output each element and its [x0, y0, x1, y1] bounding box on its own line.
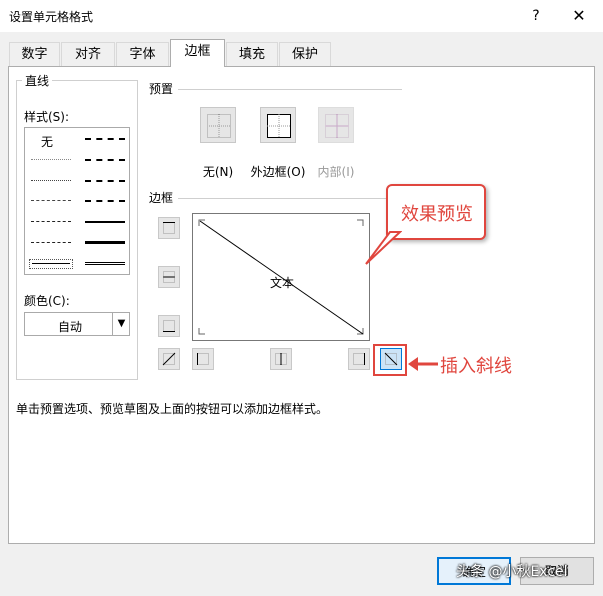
border-right-icon	[353, 353, 365, 365]
preset-inside-label: 内部(I)	[317, 165, 355, 179]
chevron-down-icon[interactable]: ▼	[112, 313, 130, 335]
callout-pointer	[365, 231, 402, 265]
border-top-icon	[163, 222, 175, 234]
border-group-label: 边框	[146, 189, 177, 206]
tab-protection[interactable]: 保护	[279, 42, 331, 66]
border-bottom-icon	[163, 320, 175, 332]
line-style-dash-dot[interactable]	[31, 221, 71, 222]
line-style-medium-dashed[interactable]	[85, 200, 125, 202]
tab-border[interactable]: 边框	[170, 39, 225, 67]
line-style-thick[interactable]	[85, 241, 125, 244]
preset-outline-icon	[267, 114, 291, 138]
line-style-medium-dash-dot-dot[interactable]	[85, 138, 125, 140]
border-middle-horizontal-button[interactable]	[158, 266, 180, 288]
preview-text: 文本	[269, 276, 294, 290]
preset-outline-button[interactable]	[260, 107, 296, 143]
preset-inside-button[interactable]	[318, 107, 354, 143]
tab-number[interactable]: 数字	[9, 42, 60, 66]
diagonal-highlight-box	[373, 344, 407, 376]
arrow-left-icon	[408, 357, 438, 371]
instruction-text: 单击预置选项、预览草图及上面的按钮可以添加边框样式。	[16, 402, 329, 416]
border-separator	[178, 198, 402, 199]
line-style-dash-dot-dot[interactable]	[31, 200, 71, 201]
window-title: 设置单元格格式	[9, 10, 94, 24]
line-style-list[interactable]: 无	[24, 127, 130, 275]
preview-callout-text: 效果预览	[401, 204, 473, 225]
border-right-button[interactable]	[348, 348, 370, 370]
presets-separator	[178, 89, 402, 90]
tab-fill[interactable]: 填充	[226, 42, 278, 66]
watermark: 头条 @小秋Excel	[456, 564, 568, 580]
close-button[interactable]: ✕	[567, 4, 591, 28]
preset-none-icon	[207, 114, 231, 138]
tab-alignment[interactable]: 对齐	[61, 42, 115, 66]
border-inside-vertical-icon	[275, 353, 287, 365]
line-style-slant-dash-dot[interactable]	[85, 159, 125, 161]
border-left-icon	[197, 353, 209, 365]
preset-none-button[interactable]	[200, 107, 236, 143]
presets-group-label: 预置	[146, 80, 177, 97]
line-style-dotted[interactable]	[31, 180, 71, 181]
border-bottom-button[interactable]	[158, 315, 180, 337]
style-label: 样式(S):	[24, 110, 70, 124]
line-style-medium-dash-dot[interactable]	[85, 180, 125, 182]
tab-font[interactable]: 字体	[116, 42, 169, 66]
border-inside-horizontal-icon	[163, 271, 175, 283]
line-style-hair[interactable]	[31, 159, 71, 160]
line-style-thin-selected[interactable]	[29, 259, 73, 269]
border-top-button[interactable]	[158, 217, 180, 239]
line-style-double[interactable]	[85, 262, 125, 265]
help-button[interactable]: ?	[525, 5, 547, 27]
lines-group-label: 直线	[22, 72, 53, 89]
line-style-none[interactable]: 无	[41, 133, 53, 150]
color-label: 颜色(C):	[24, 294, 70, 308]
diagonal-up-icon	[162, 352, 176, 366]
insert-diagonal-annotation: 插入斜线	[440, 356, 512, 377]
color-dropdown-value: 自动	[57, 320, 82, 334]
line-style-medium[interactable]	[85, 221, 125, 223]
line-style-dashed[interactable]	[31, 242, 71, 243]
border-left-button[interactable]	[192, 348, 214, 370]
preset-inside-icon	[325, 114, 349, 138]
border-diagonal-up-button[interactable]	[158, 348, 180, 370]
border-middle-vertical-button[interactable]	[270, 348, 292, 370]
